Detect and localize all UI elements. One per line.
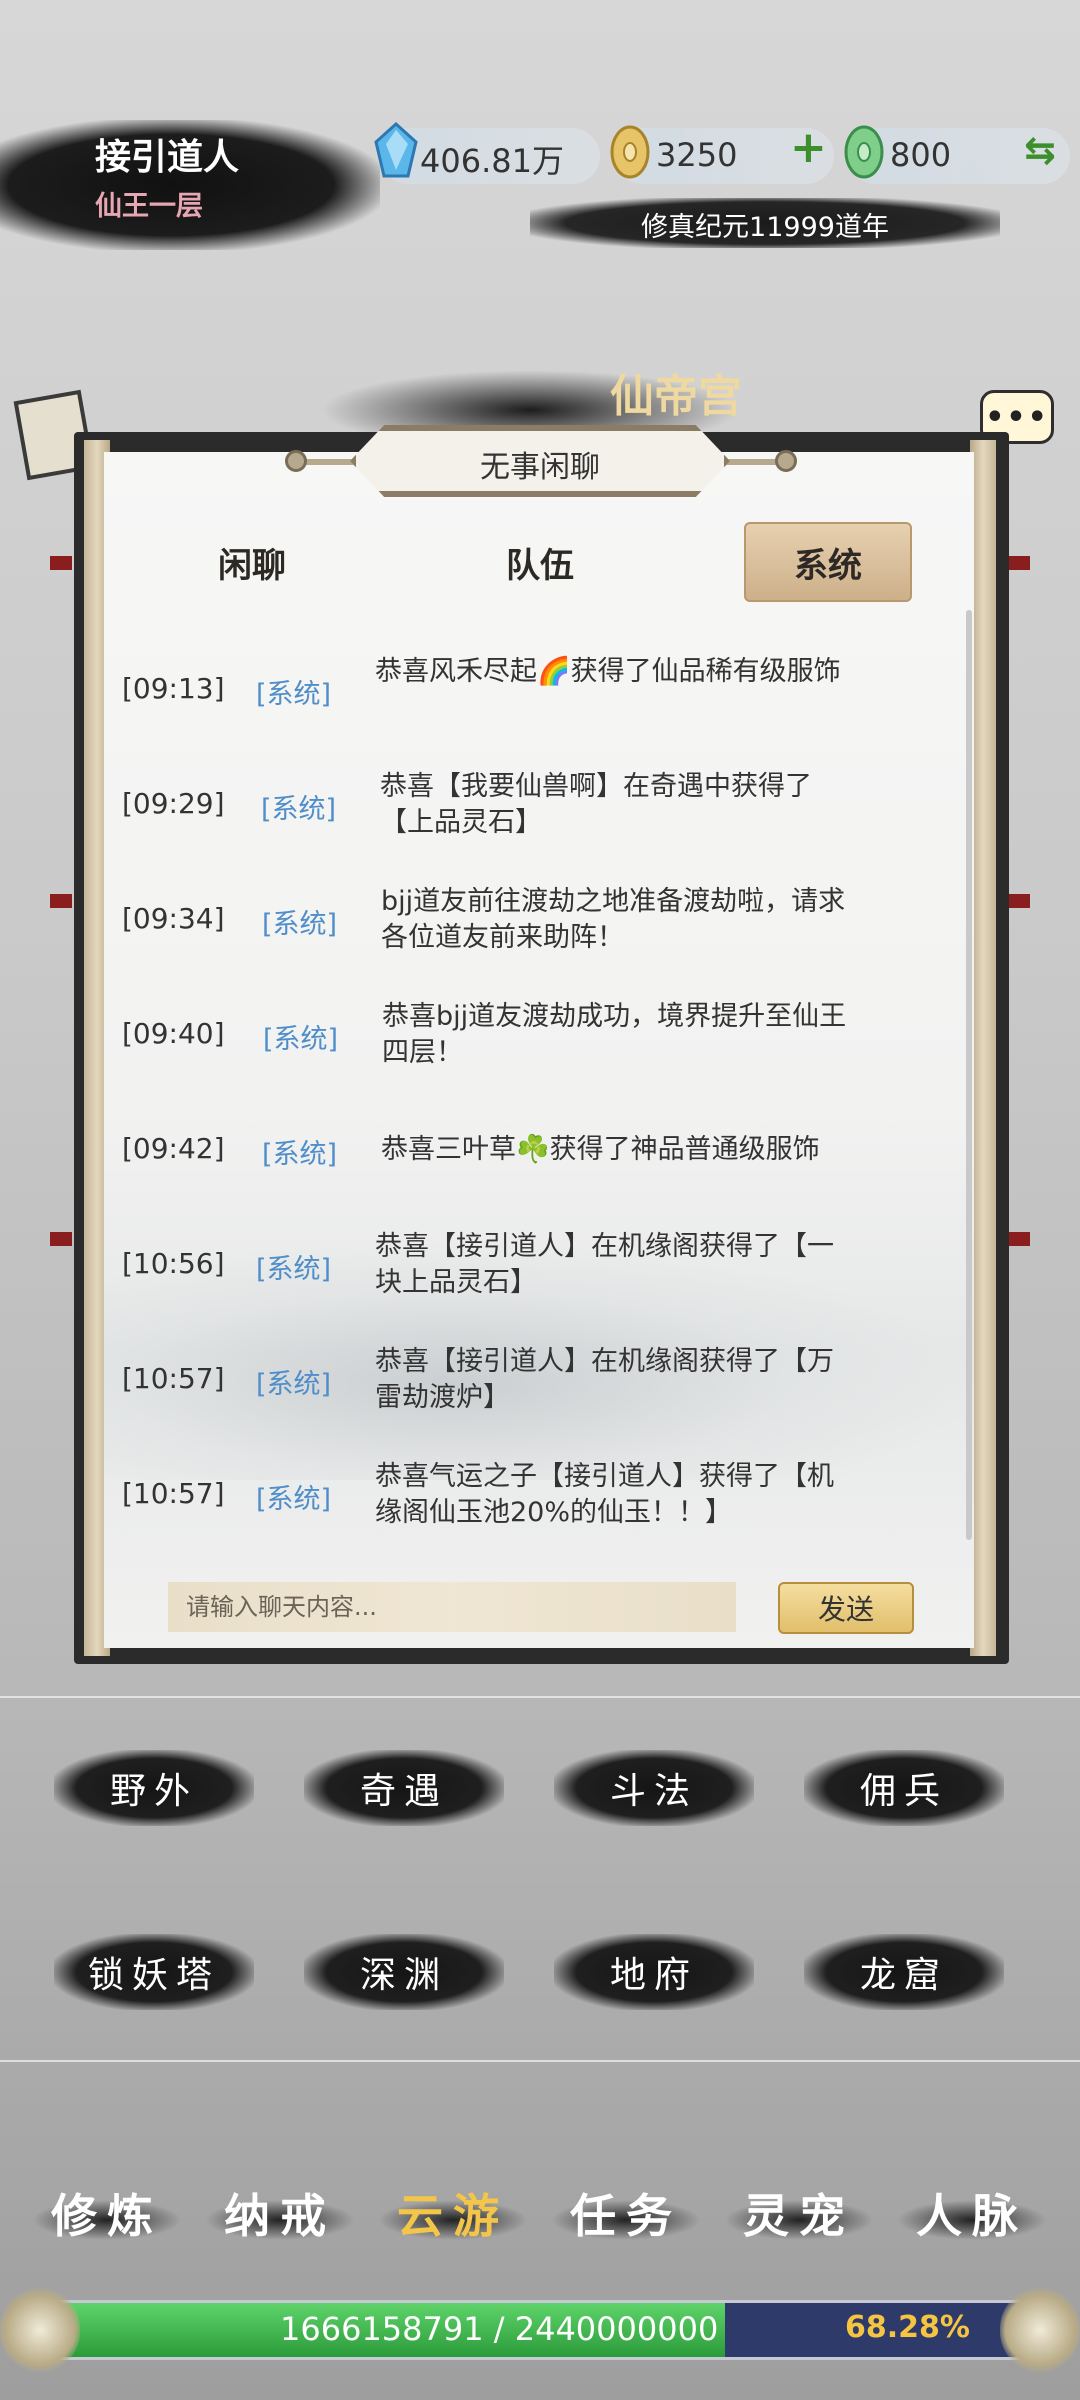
nav-tasks[interactable]: 任务 xyxy=(551,2178,701,2248)
side-marker xyxy=(50,894,72,908)
action-underworld-button[interactable]: 地府 xyxy=(554,1934,754,2010)
message-row: [10:57] [系统] 恭喜气运之子【接引道人】获得了【机缘阁仙玉池20%的仙… xyxy=(120,1457,860,1547)
send-button[interactable]: 发送 xyxy=(778,1582,914,1634)
message-time: [10:57] xyxy=(122,1362,225,1395)
side-marker xyxy=(50,556,72,570)
nav-cultivate[interactable]: 修炼 xyxy=(32,2178,182,2248)
message-text: 恭喜【接引道人】在机缘阁获得了【一块上品灵石】 xyxy=(375,1231,834,1298)
message-time: [09:13] xyxy=(122,672,225,705)
side-marker xyxy=(1008,1232,1030,1246)
message-text: 恭喜【我要仙兽啊】在奇遇中获得了【上品灵石】 xyxy=(380,771,812,838)
message-tag[interactable]: [系统] xyxy=(256,672,331,711)
dialog-title: 无事闲聊 xyxy=(480,450,600,485)
message-time: [09:29] xyxy=(122,787,225,820)
action-demon-tower-button[interactable]: 锁妖塔 xyxy=(54,1934,254,2010)
side-marker xyxy=(50,1232,72,1246)
nav-travel[interactable]: 云游 xyxy=(378,2178,528,2248)
message-text: 恭喜三叶草☘️获得了神品普通级服饰 xyxy=(381,1134,820,1165)
era-label: 修真纪元11999道年 xyxy=(641,212,889,243)
title-knob-right xyxy=(775,450,797,472)
side-marker xyxy=(1008,894,1030,908)
message-scrollbar[interactable] xyxy=(966,610,972,1540)
message-tag[interactable]: [系统] xyxy=(262,902,337,941)
message-row: [09:29] [系统] 恭喜【我要仙兽啊】在奇遇中获得了【上品灵石】 xyxy=(120,767,860,857)
message-tag[interactable]: [系统] xyxy=(256,1247,331,1286)
message-tag[interactable]: [系统] xyxy=(256,1362,331,1401)
message-tag[interactable]: [系统] xyxy=(263,1017,338,1056)
message-row: [10:56] [系统] 恭喜【接引道人】在机缘阁获得了【一块上品灵石】 xyxy=(120,1227,860,1317)
section-divider xyxy=(0,1696,1080,1698)
nav-storage-ring[interactable]: 纳戒 xyxy=(205,2178,355,2248)
message-text: 恭喜气运之子【接引道人】获得了【机缘阁仙玉池20%的仙玉！！】 xyxy=(375,1461,834,1528)
gold-coin-icon xyxy=(610,125,650,179)
tab-team[interactable]: 队伍 xyxy=(456,522,624,602)
side-marker xyxy=(1008,556,1030,570)
message-time: [09:42] xyxy=(122,1132,225,1165)
experience-percent: 68.28% xyxy=(845,2310,970,2345)
message-row: [09:34] [系统] bjj道友前往渡劫之地准备渡劫啦，请求各位道友前来助阵… xyxy=(120,882,860,972)
jade-value: 800 xyxy=(890,136,952,174)
player-rank: 仙王一层 xyxy=(95,191,203,222)
message-time: [09:34] xyxy=(122,902,225,935)
action-abyss-button[interactable]: 深渊 xyxy=(304,1934,504,2010)
tab-chat[interactable]: 闲聊 xyxy=(168,522,336,602)
message-time: [10:57] xyxy=(122,1477,225,1510)
add-gold-button[interactable]: + xyxy=(790,122,827,173)
message-text: 恭喜bjj道友渡劫成功，境界提升至仙王四层！ xyxy=(382,1001,847,1068)
exchange-button[interactable]: ⇆ xyxy=(1024,128,1056,172)
action-dragon-cave-button[interactable]: 龙窟 xyxy=(804,1934,1004,2010)
message-row: [10:57] [系统] 恭喜【接引道人】在机缘阁获得了【万雷劫渡炉】 xyxy=(120,1342,860,1432)
action-duel-button[interactable]: 斗法 xyxy=(554,1750,754,1826)
nav-contacts[interactable]: 人脉 xyxy=(897,2178,1047,2248)
message-tag[interactable]: [系统] xyxy=(262,1132,337,1171)
blue-crystal-icon xyxy=(374,122,418,178)
action-wilds-button[interactable]: 野外 xyxy=(54,1750,254,1826)
jade-coin-icon xyxy=(844,125,884,179)
exp-bar-cap-left xyxy=(0,2288,80,2372)
message-text: 恭喜【接引道人】在机缘阁获得了【万雷劫渡炉】 xyxy=(375,1346,834,1413)
message-text: 恭喜风禾尽起🌈获得了仙品稀有级服饰 xyxy=(375,656,841,687)
background-banner-title: 仙帝宫 xyxy=(610,371,742,422)
exp-bar-cap-right xyxy=(1000,2288,1080,2372)
message-row: [09:40] [系统] 恭喜bjj道友渡劫成功，境界提升至仙王四层！ xyxy=(120,997,860,1087)
action-mercenary-button[interactable]: 佣兵 xyxy=(804,1750,1004,1826)
gold-value: 3250 xyxy=(656,136,738,174)
message-tag[interactable]: [系统] xyxy=(261,787,336,826)
experience-value: 1666158791 / 2440000000 xyxy=(280,2310,719,2348)
nav-pets[interactable]: 灵宠 xyxy=(724,2178,874,2248)
message-row: [09:13] [系统] 恭喜风禾尽起🌈获得了仙品稀有级服饰 xyxy=(120,652,860,742)
player-name: 接引道人 xyxy=(95,137,240,178)
action-encounter-button[interactable]: 奇遇 xyxy=(304,1750,504,1826)
chat-input[interactable] xyxy=(168,1582,736,1632)
message-time: [10:56] xyxy=(122,1247,225,1280)
message-row: [09:42] [系统] 恭喜三叶草☘️获得了神品普通级服饰 xyxy=(120,1112,860,1202)
spirit-stone-value: 406.81万 xyxy=(420,142,564,180)
message-tag[interactable]: [系统] xyxy=(256,1477,331,1516)
message-text: bjj道友前往渡劫之地准备渡劫啦，请求各位道友前来助阵！ xyxy=(381,886,846,953)
tab-system[interactable]: 系统 xyxy=(744,522,912,602)
title-knob-left xyxy=(285,450,307,472)
message-time: [09:40] xyxy=(122,1017,225,1050)
section-divider xyxy=(0,2060,1080,2062)
